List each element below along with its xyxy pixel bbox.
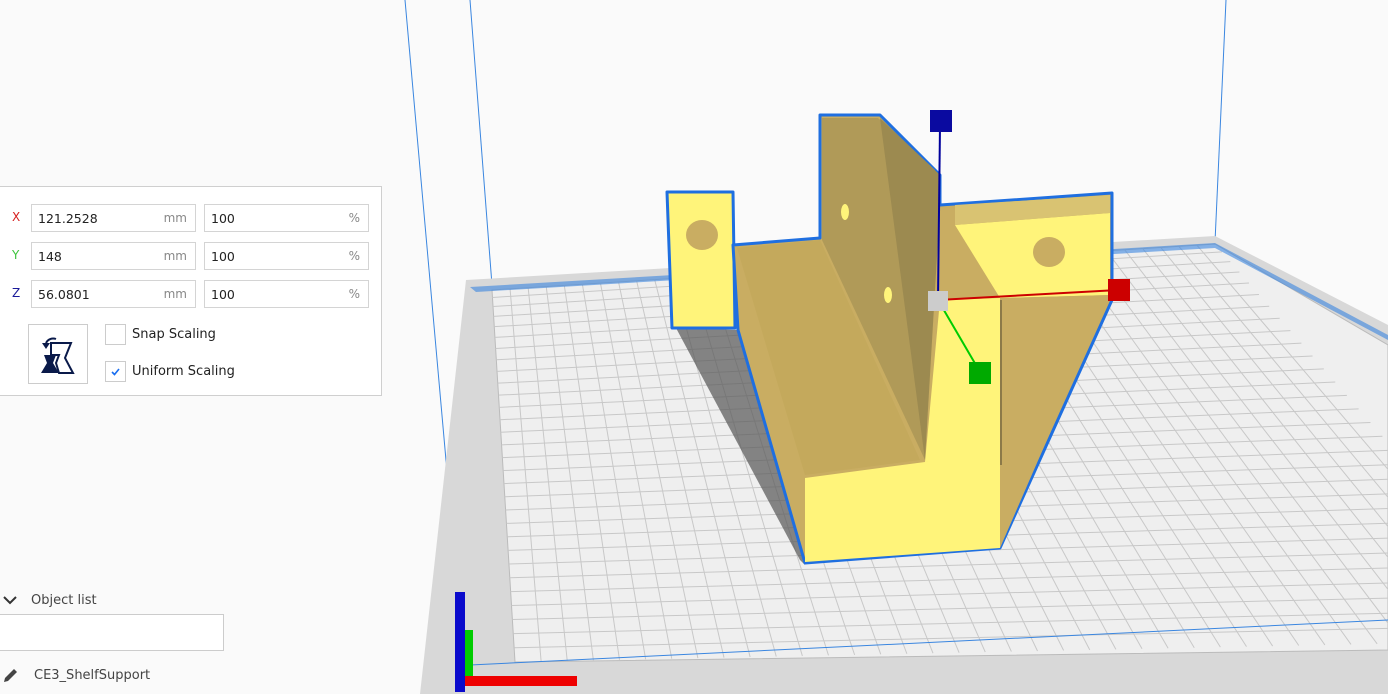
size-y-value: 148 <box>38 249 62 264</box>
scale-tool-panel: X 121.2528 mm 100% Y 148 mm 100% Z 56.0801… <box>0 186 382 396</box>
unit-percent: % <box>348 287 360 301</box>
object-list-box[interactable] <box>0 614 224 651</box>
unit-percent: % <box>348 249 360 263</box>
reset-scale-icon <box>41 337 75 374</box>
uniform-scaling-label: Uniform Scaling <box>132 364 235 379</box>
unit-mm: mm <box>163 249 187 263</box>
percent-x-value: 100 <box>211 211 235 226</box>
size-x-value: 121.2528 <box>38 211 98 226</box>
object-name: CE3_ShelfSupport <box>34 668 151 683</box>
unit-percent: % <box>348 211 360 225</box>
reset-scale-button[interactable] <box>28 324 88 384</box>
axis-label-z: Z <box>12 286 21 300</box>
chevron-down-icon <box>3 596 17 605</box>
snap-scaling-label: Snap Scaling <box>132 327 216 342</box>
percent-x-input[interactable]: 100% <box>204 204 369 232</box>
y-scale-handle[interactable] <box>969 362 991 384</box>
pencil-icon <box>4 669 17 682</box>
uniform-scaling-checkbox[interactable] <box>105 361 126 382</box>
axis-label-x: X <box>12 210 21 224</box>
size-y-input[interactable]: 148 mm <box>31 242 196 270</box>
axis-label-y: Y <box>12 248 20 262</box>
center-scale-handle[interactable] <box>928 291 948 311</box>
object-list-header: Object list <box>31 593 97 608</box>
percent-y-value: 100 <box>211 249 235 264</box>
x-scale-handle[interactable] <box>1108 279 1130 301</box>
percent-z-value: 100 <box>211 287 235 302</box>
percent-y-input[interactable]: 100% <box>204 242 369 270</box>
unit-mm: mm <box>163 287 187 301</box>
size-x-input[interactable]: 121.2528 mm <box>31 204 196 232</box>
size-z-value: 56.0801 <box>38 287 90 302</box>
size-z-input[interactable]: 56.0801 mm <box>31 280 196 308</box>
percent-z-input[interactable]: 100% <box>204 280 369 308</box>
snap-scaling-checkbox[interactable] <box>105 324 126 345</box>
object-name-row[interactable]: CE3_ShelfSupport <box>0 665 230 687</box>
z-scale-handle[interactable] <box>930 110 952 132</box>
unit-mm: mm <box>163 211 187 225</box>
checkmark-icon <box>111 368 120 376</box>
